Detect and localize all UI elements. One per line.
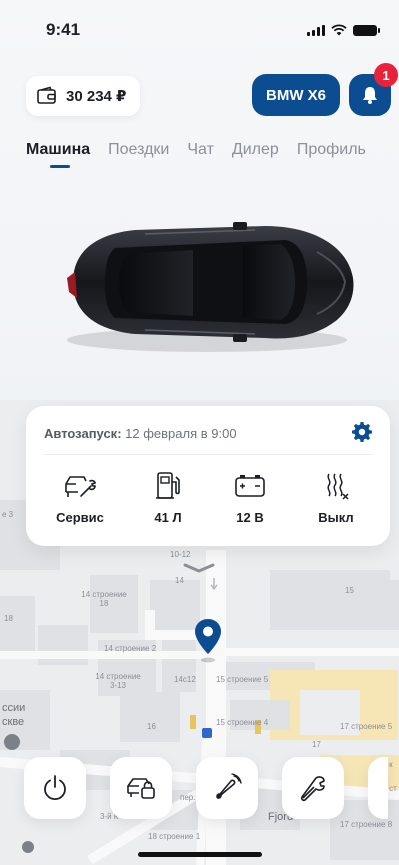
wallet-icon bbox=[37, 86, 56, 104]
signal-icon bbox=[307, 25, 325, 36]
home-indicator bbox=[138, 852, 262, 857]
quick-actions bbox=[24, 757, 388, 819]
map-label: е 3 bbox=[2, 510, 14, 519]
horn-button[interactable] bbox=[196, 757, 258, 819]
service-button[interactable] bbox=[282, 757, 344, 819]
map-label: ссии bbox=[2, 702, 26, 714]
gear-icon[interactable] bbox=[352, 422, 372, 442]
map-label: 17 строение 5 bbox=[340, 722, 393, 731]
autostart-value: 12 февраля в 9:00 bbox=[125, 426, 237, 441]
battery-status[interactable]: 12 В bbox=[210, 470, 290, 525]
car-image bbox=[67, 222, 354, 352]
notification-badge: 1 bbox=[374, 63, 398, 87]
map-label: 17 bbox=[312, 740, 321, 749]
tab-dealer[interactable]: Дилер bbox=[232, 141, 279, 159]
battery-icon bbox=[235, 475, 265, 497]
map-label: 14с12 bbox=[174, 675, 196, 684]
tab-chat[interactable]: Чат bbox=[187, 141, 214, 159]
map-label: 14 строение 3-13 bbox=[95, 672, 141, 690]
map-label: 14 строение 18 bbox=[81, 590, 127, 608]
service-status[interactable]: Сервис bbox=[40, 470, 120, 525]
car-lock-icon bbox=[127, 778, 155, 799]
tab-profile[interactable]: Профиль bbox=[297, 141, 366, 159]
wifi-icon bbox=[331, 24, 347, 36]
wrench-icon bbox=[300, 776, 325, 802]
location-pin-icon[interactable] bbox=[193, 617, 223, 663]
tab-bar: Машина Поездки Чат Дилер Профиль bbox=[26, 141, 366, 168]
chevron-down-icon[interactable] bbox=[182, 562, 216, 574]
car-select-button[interactable]: BMW X6 bbox=[252, 74, 340, 116]
map-label: 14 bbox=[175, 576, 184, 585]
fuel-icon bbox=[156, 472, 180, 499]
autostart-label: Автозапуск: bbox=[44, 426, 122, 441]
heating-label: Выкл bbox=[318, 510, 354, 525]
heating-status[interactable]: Выкл bbox=[296, 470, 376, 525]
battery-status-icon bbox=[353, 25, 380, 36]
battery-label: 12 В bbox=[236, 510, 264, 525]
status-card: Автозапуск: 12 февраля в 9:00 Сервис 41 … bbox=[26, 406, 390, 546]
more-actions-button[interactable] bbox=[368, 757, 388, 819]
map-label: 15 bbox=[345, 586, 354, 595]
tab-car[interactable]: Машина bbox=[26, 141, 90, 168]
map-label: 15 строение 4 bbox=[216, 718, 269, 727]
fuel-status[interactable]: 41 Л bbox=[128, 470, 208, 525]
map-label: 10-12 bbox=[170, 550, 191, 559]
fuel-label: 41 Л bbox=[154, 510, 182, 525]
map-label: 17 строение 8 bbox=[340, 820, 393, 829]
wallet-amount: 30 234 ₽ bbox=[66, 88, 127, 105]
map-label: 15 строение 5 bbox=[216, 675, 269, 684]
autostart-info: Автозапуск: 12 февраля в 9:00 bbox=[44, 426, 237, 441]
map-label: 16 bbox=[147, 722, 156, 731]
map-label: скве bbox=[2, 716, 25, 728]
map-label: 18 bbox=[4, 614, 13, 623]
car-service-icon bbox=[65, 476, 96, 497]
horn-icon bbox=[216, 773, 242, 799]
tab-trips[interactable]: Поездки bbox=[108, 141, 169, 159]
map-label: 14 строение 2 bbox=[104, 644, 157, 653]
bell-icon bbox=[363, 87, 377, 104]
card-divider bbox=[44, 454, 374, 455]
heating-icon bbox=[327, 473, 349, 500]
status-time: 9:41 bbox=[46, 20, 81, 39]
power-icon bbox=[44, 775, 66, 801]
service-label: Сервис bbox=[56, 510, 104, 525]
engine-start-button[interactable] bbox=[24, 757, 86, 819]
wallet-balance[interactable]: 30 234 ₽ bbox=[26, 76, 140, 116]
lock-car-button[interactable] bbox=[110, 757, 172, 819]
status-icons bbox=[307, 24, 380, 36]
map-label: 18 строение 1 bbox=[148, 832, 201, 841]
